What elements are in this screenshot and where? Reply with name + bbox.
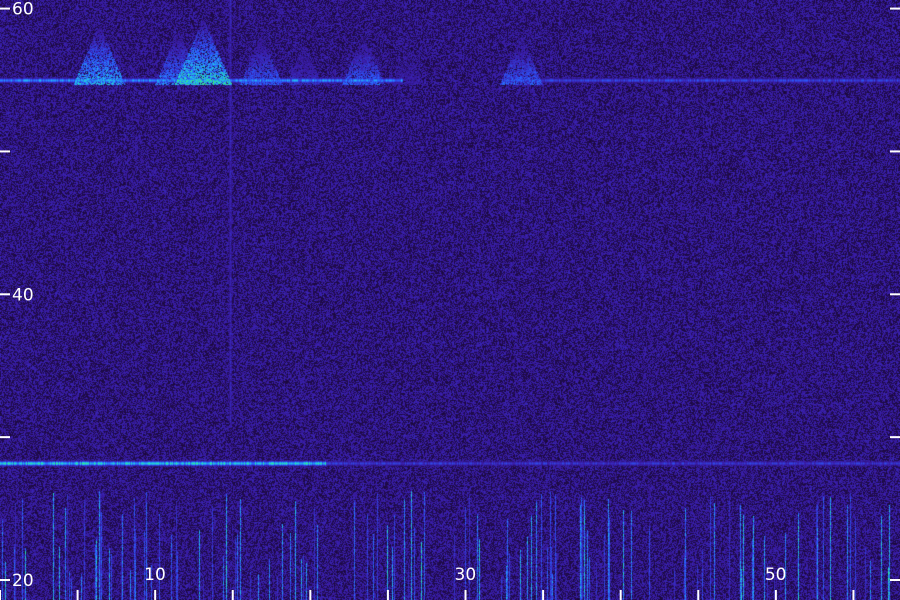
y-tick-label: 60 bbox=[12, 0, 34, 20]
axes-overlay: 20 40 60 10 30 50 bbox=[0, 0, 900, 600]
y-tick-label: 40 bbox=[12, 285, 34, 305]
x-tick-label: 50 bbox=[765, 565, 787, 585]
x-tick-label: 10 bbox=[144, 565, 166, 585]
x-tick-label: 30 bbox=[455, 565, 477, 585]
y-tick-label: 20 bbox=[12, 571, 34, 591]
